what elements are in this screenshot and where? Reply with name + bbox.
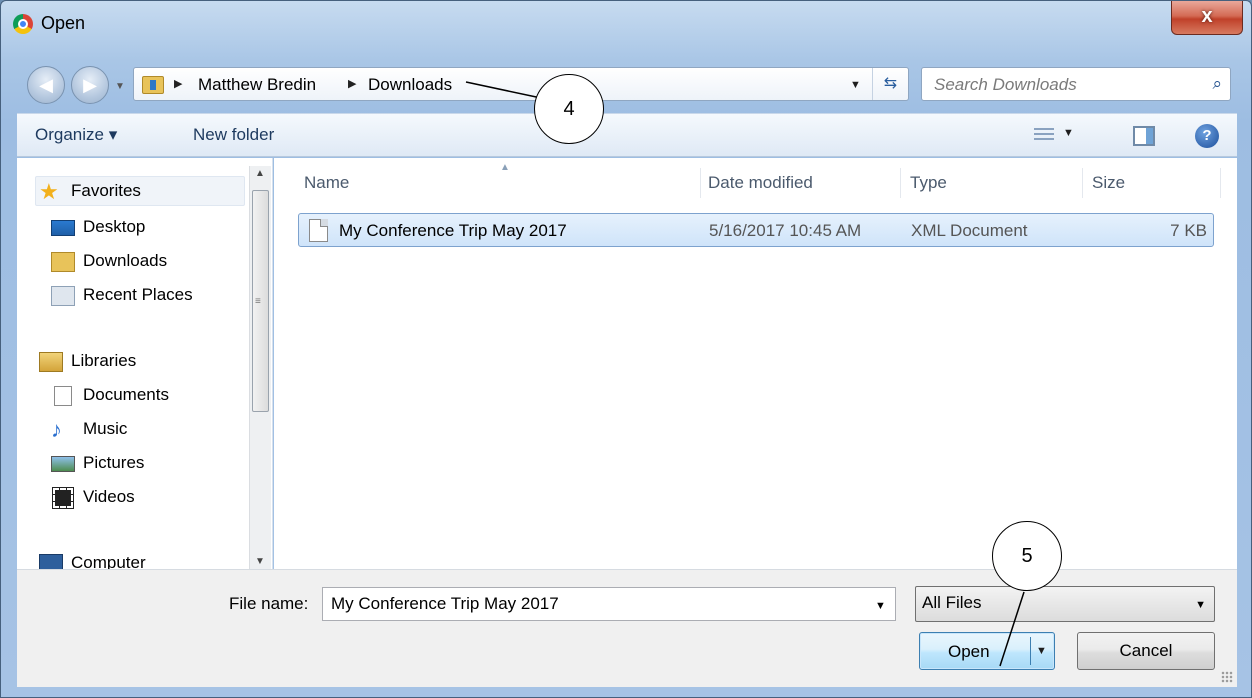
sidebar-item-label: Pictures	[83, 453, 145, 472]
cancel-button[interactable]: Cancel	[1077, 632, 1215, 670]
scrollbar-grip-icon: ≡	[255, 296, 261, 307]
title-bar: Open x	[1, 1, 1251, 45]
back-button[interactable]: ◀	[27, 66, 65, 104]
sidebar-item-label: Documents	[83, 385, 169, 404]
recent-places-icon	[51, 286, 75, 306]
column-header-type[interactable]: Type	[910, 173, 947, 193]
split-divider	[1030, 637, 1031, 665]
refresh-button[interactable]: ⇆	[872, 68, 908, 100]
command-toolbar: Organize ▾ New folder ▼ ?	[17, 113, 1237, 157]
open-button[interactable]: Open ▼	[919, 632, 1055, 670]
refresh-icon: ⇆	[883, 75, 898, 92]
libraries-icon	[39, 352, 63, 372]
chrome-icon	[13, 14, 33, 34]
sidebar-item-label: Videos	[83, 487, 135, 506]
open-dialog: Open x ◀ ▶ ▼ ▶ Matthew Bredin ▶ Download…	[0, 0, 1252, 698]
xml-file-icon	[309, 219, 328, 242]
downloads-folder-icon	[142, 76, 164, 94]
address-bar[interactable]: ▶ Matthew Bredin ▶ Downloads ▼ ⇆	[133, 67, 909, 101]
desktop-icon	[51, 220, 75, 236]
sidebar-item-label: Computer	[71, 553, 146, 569]
search-icon[interactable]: ⌕	[1212, 74, 1222, 94]
open-options-dropdown-icon[interactable]: ▼	[1036, 645, 1047, 657]
sidebar-item-label: Libraries	[71, 351, 137, 370]
scroll-down-icon[interactable]: ▼	[255, 556, 265, 567]
breadcrumb-matthew-bredin[interactable]: Matthew Bredin	[198, 75, 316, 95]
breadcrumb-downloads[interactable]: Downloads	[368, 75, 452, 95]
documents-icon	[54, 386, 72, 406]
bottom-panel: File name: My Conference Trip May 2017 ▼…	[17, 569, 1237, 687]
navigation-pane: ★ Favorites Desktop Downloads Recent Pla…	[17, 158, 273, 569]
navigation-scrollbar[interactable]: ▲ ≡ ▼	[249, 166, 271, 569]
organize-menu-button[interactable]: Organize ▾	[35, 125, 117, 145]
breadcrumb-chevron-icon[interactable]: ▶	[174, 77, 182, 90]
pictures-icon	[51, 456, 75, 472]
file-size-cell: 7 KB	[1170, 221, 1207, 240]
column-divider[interactable]	[1220, 168, 1221, 198]
file-name-dropdown-icon[interactable]: ▼	[875, 600, 886, 612]
sidebar-item-label: Desktop	[83, 217, 146, 236]
file-type-filter-value: All Files	[922, 593, 982, 612]
help-icon[interactable]: ?	[1195, 124, 1219, 148]
address-dropdown-icon[interactable]: ▼	[850, 79, 861, 91]
scroll-up-icon[interactable]: ▲	[255, 168, 265, 179]
more-options-dropdown-icon[interactable]: ▼	[1063, 127, 1074, 139]
file-name-input[interactable]: My Conference Trip May 2017	[322, 587, 896, 621]
chevron-down-icon: ▼	[1195, 599, 1206, 611]
annotation-callout-5: 5	[992, 521, 1062, 591]
music-note-icon: ♪	[51, 417, 62, 442]
sidebar-item-label: Recent Places	[83, 285, 193, 304]
column-header-size[interactable]: Size	[1092, 173, 1125, 193]
file-date-cell: 5/16/2017 10:45 AM	[709, 221, 862, 240]
change-view-icon[interactable]	[1034, 128, 1054, 143]
videos-film-icon	[52, 487, 74, 509]
close-button[interactable]: x	[1171, 1, 1243, 35]
file-type-filter-select[interactable]: All Files ▼	[915, 586, 1215, 622]
open-button-label: Open	[948, 642, 990, 661]
file-row[interactable]: My Conference Trip May 2017 5/16/2017 10…	[298, 213, 1214, 247]
breadcrumb-chevron-icon[interactable]: ▶	[348, 77, 356, 90]
star-icon: ★	[39, 179, 59, 204]
search-input[interactable]: Search Downloads ⌕	[921, 67, 1231, 101]
sidebar-item-label: Downloads	[83, 251, 168, 270]
file-name-cell: My Conference Trip May 2017	[339, 221, 567, 240]
new-folder-button[interactable]: New folder	[193, 125, 274, 145]
window-title: Open	[41, 13, 86, 33]
preview-pane-icon[interactable]	[1133, 126, 1155, 146]
forward-button[interactable]: ▶	[71, 66, 109, 104]
forward-arrow-icon: ▶	[83, 75, 97, 95]
file-list: ▲ Name Date modified Type Size My Confer…	[274, 158, 1237, 569]
sidebar-item-label: Favorites	[71, 181, 141, 200]
column-header-name[interactable]: Name	[304, 173, 349, 193]
file-type-cell: XML Document	[911, 221, 1028, 240]
resize-grip-icon[interactable]	[1221, 671, 1233, 683]
column-divider[interactable]	[900, 168, 901, 198]
annotation-callout-4: 4	[534, 74, 604, 144]
file-name-label: File name:	[229, 594, 309, 613]
downloads-folder-icon	[51, 252, 75, 272]
column-divider[interactable]	[700, 168, 701, 198]
column-header-date-modified[interactable]: Date modified	[708, 173, 813, 193]
back-arrow-icon: ◀	[39, 75, 53, 95]
column-divider[interactable]	[1082, 168, 1083, 198]
sidebar-item-label: Music	[83, 419, 128, 438]
sort-ascending-icon: ▲	[500, 162, 510, 173]
computer-icon	[39, 554, 63, 569]
search-placeholder: Search Downloads	[934, 75, 1077, 94]
recent-locations-dropdown[interactable]: ▼	[115, 81, 125, 92]
